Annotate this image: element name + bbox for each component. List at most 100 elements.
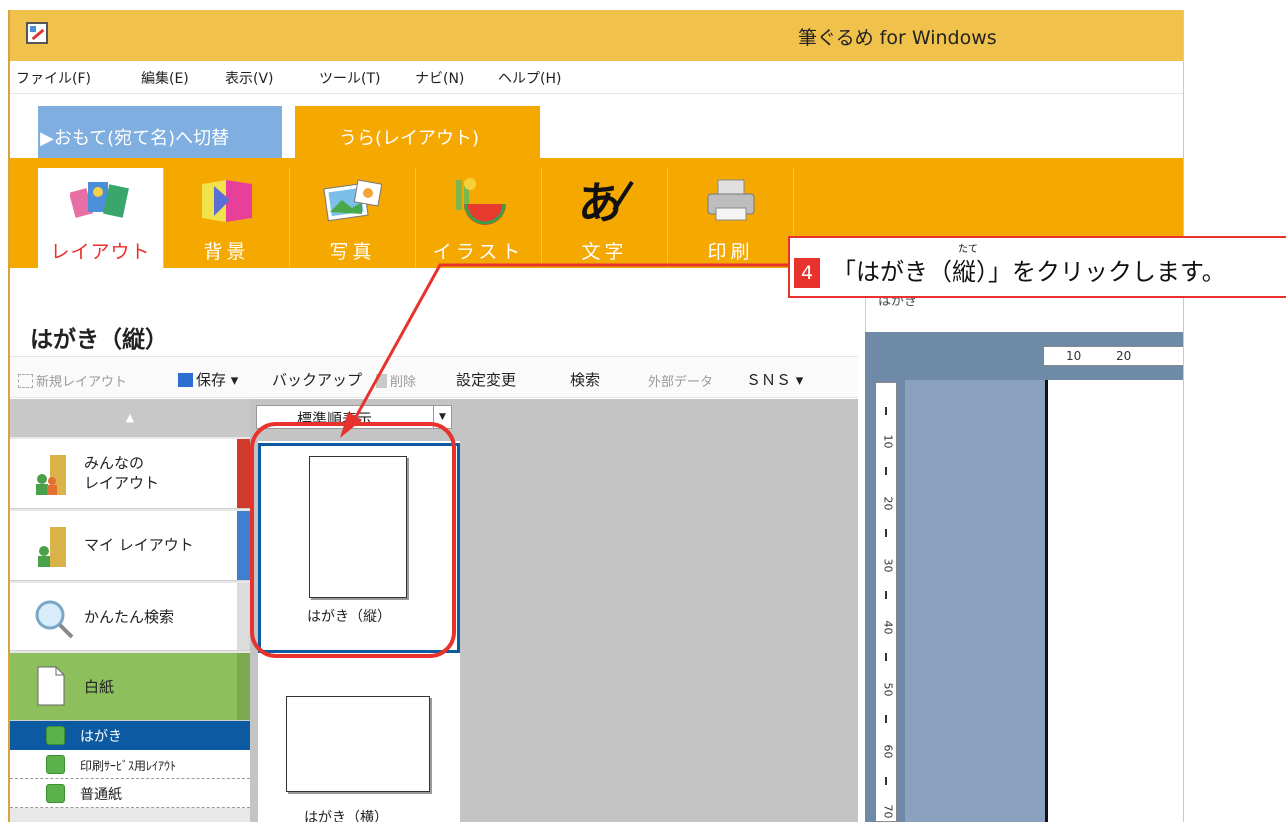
tab-ura-layout[interactable]: うら(レイアウト) <box>295 106 540 158</box>
menu-navi[interactable]: ナビ(N) <box>415 68 464 88</box>
ruler-v-label: 30 <box>881 558 895 573</box>
category-scroll-up[interactable]: ▲ <box>10 399 250 437</box>
ruler-tick <box>885 715 887 723</box>
category-easy-search[interactable]: かんたん検索 <box>10 583 250 651</box>
instruction-text: 「はがき（縦）」をクリックします。 <box>832 258 1226 286</box>
ruler-h-label: 20 <box>1116 349 1132 363</box>
svg-text:あ: あ <box>578 178 622 226</box>
subcategory-plain-paper-label: 普通紙 <box>80 787 122 803</box>
subcategory-plain-paper[interactable]: 普通紙 <box>10 779 250 808</box>
menu-help[interactable]: ヘルプ(H) <box>498 68 561 88</box>
background-icon <box>202 180 252 222</box>
settings-button[interactable]: 設定変更 <box>456 369 516 390</box>
app-icon[interactable] <box>26 22 48 44</box>
category-minna-layout[interactable]: みんなの レイアウト <box>10 439 250 509</box>
ribbon-print-label: 印刷 <box>707 241 754 263</box>
ruler-tick <box>885 591 887 599</box>
postcard-sheet[interactable] <box>1045 380 1183 822</box>
blank-page-icon <box>37 666 65 706</box>
template-hagaki-yoko-label: はがき（横） <box>304 810 388 822</box>
step-number: 4 <box>794 258 820 288</box>
text-brush-icon: あ <box>578 178 634 226</box>
mode-tabs: ▶おもて(宛て名)へ切替 うら(レイアウト) <box>10 94 1183 158</box>
photo-icon <box>323 179 383 222</box>
ruler-v-label: 50 <box>881 682 895 697</box>
ruler-tick <box>885 467 887 475</box>
selection-highlight-ring <box>250 422 456 658</box>
save-button[interactable]: 保存 ▾ <box>178 369 238 390</box>
vertical-ruler: 10 20 30 40 50 60 70 <box>875 382 897 822</box>
green-square-icon <box>46 726 65 745</box>
subcategory-print-service[interactable]: 印刷ｻｰﾋﾞｽ用ﾚｲｱｳﾄ <box>10 750 250 779</box>
new-layout-label: 新規レイアウト <box>36 375 128 390</box>
menu-bar: ファイル(F) 編集(E) 表示(V) ツール(T) ナビ(N) ヘルプ(H) <box>10 61 1183 94</box>
ruler-v-label: 10 <box>881 434 895 449</box>
ruler-v-label: 60 <box>881 744 895 759</box>
new-layout-button[interactable]: 新規レイアウト <box>18 371 127 390</box>
menu-tools[interactable]: ツール(T) <box>319 68 380 88</box>
illustration-icon <box>456 178 506 225</box>
person-folder-icon <box>38 527 66 567</box>
category-my-layout[interactable]: マイ レイアウト <box>10 511 250 581</box>
ribbon-background-button[interactable]: 背景 <box>164 168 290 268</box>
horizontal-ruler: 10 20 <box>1043 346 1183 366</box>
layout-cards-icon <box>70 182 129 218</box>
layout-toolbar: 新規レイアウト 保存 ▾ バックアップ 削除 設定変更 検索 外部データ ＳＮＳ… <box>10 356 858 398</box>
ribbon-photo-label: 写真 <box>329 241 376 263</box>
new-layout-icon <box>18 374 33 388</box>
menu-edit[interactable]: 編集(E) <box>141 68 189 88</box>
save-label: 保存 ▾ <box>196 371 239 389</box>
subcategory-hagaki[interactable]: はがき <box>10 721 250 750</box>
delete-button[interactable]: 削除 <box>376 371 416 390</box>
category-my-bar <box>237 511 250 580</box>
ribbon-photo-button[interactable]: 写真 <box>290 168 416 268</box>
tab-omote-switch[interactable]: ▶おもて(宛て名)へ切替 <box>38 106 282 158</box>
ruler-tick <box>885 653 887 661</box>
ruler-tick <box>885 777 887 785</box>
window-title: 筆ぐるめ for Windows <box>798 27 997 49</box>
app-window: 筆ぐるめ for Windows ファイル(F) 編集(E) 表示(V) ツール… <box>8 10 1184 822</box>
subcategory-print-service-label: 印刷ｻｰﾋﾞｽ用ﾚｲｱｳﾄ <box>80 759 177 773</box>
sns-button[interactable]: ＳＮＳ ▾ <box>746 369 803 390</box>
green-square-icon <box>46 784 65 803</box>
printer-icon <box>707 179 755 221</box>
landscape-paper-thumbnail <box>286 696 430 792</box>
ribbon-illustration-button[interactable]: イラスト <box>416 168 542 268</box>
ruler-v-label: 70 <box>881 804 895 819</box>
ribbon-illustration-label: イラスト <box>432 241 525 263</box>
instruction-callout: 4 たて 「はがき（縦）」をクリックします。 <box>788 236 1286 298</box>
category-minna-label: みんなの レイアウト <box>84 454 160 492</box>
people-folder-icon <box>36 455 66 495</box>
category-my-label: マイ レイアウト <box>84 536 194 554</box>
template-hagaki-yoko[interactable]: はがき（横） <box>258 659 460 822</box>
ruler-tick <box>885 407 887 415</box>
menu-file[interactable]: ファイル(F) <box>16 68 91 88</box>
backup-button[interactable]: バックアップ <box>272 369 362 390</box>
panel-title: はがき（縦） <box>30 327 168 353</box>
ribbon-text-label: 文字 <box>581 241 628 263</box>
ribbon-layout-button[interactable]: レイアウト <box>38 168 164 268</box>
ruler-v-label: 40 <box>881 620 895 635</box>
ruler-v-label: 20 <box>881 496 895 511</box>
category-minna-bar <box>237 439 250 508</box>
ruler-h-label: 10 <box>1066 349 1082 363</box>
external-data-button[interactable]: 外部データ <box>648 371 713 390</box>
subcategory-hagaki-label: はがき <box>80 729 122 745</box>
ruler-tick <box>885 529 887 537</box>
title-bar: 筆ぐるめ for Windows <box>10 10 1183 61</box>
search-button[interactable]: 検索 <box>570 369 600 390</box>
page-shadow-area <box>905 380 1045 822</box>
trash-icon <box>376 374 387 388</box>
category-blank[interactable]: 白紙 <box>10 653 250 721</box>
category-blank-bar <box>237 653 250 720</box>
ribbon-layout-label: レイアウト <box>50 241 151 263</box>
ribbon-print-button[interactable]: 印刷 <box>668 168 794 268</box>
save-disk-icon <box>178 373 193 387</box>
ribbon-text-button[interactable]: あ 文字 <box>542 168 668 268</box>
menu-view[interactable]: 表示(V) <box>225 68 274 88</box>
category-easy-search-label: かんたん検索 <box>84 608 175 626</box>
category-blank-label: 白紙 <box>84 678 115 696</box>
preview-canvas: 10 20 10 20 30 40 50 60 70 <box>865 332 1183 822</box>
magnifier-icon <box>35 600 74 639</box>
ribbon-background-label: 背景 <box>203 241 250 263</box>
